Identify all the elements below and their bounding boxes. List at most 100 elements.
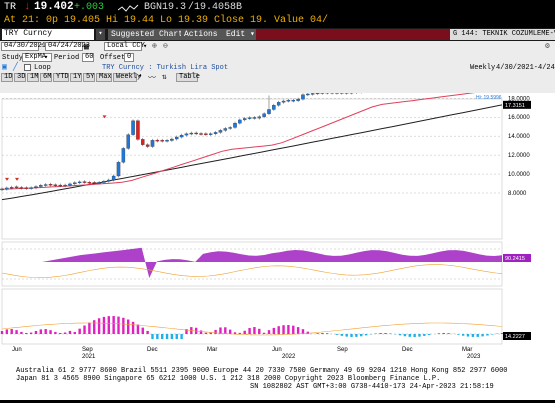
macd-bar — [40, 329, 42, 334]
zoom-in-icon[interactable]: ⊕ — [152, 41, 157, 51]
macd-bar — [59, 333, 61, 334]
macd-bar — [413, 334, 415, 337]
range-5y[interactable]: 5Y — [83, 73, 95, 82]
offset-input[interactable]: 0 — [124, 53, 134, 62]
edit-label: Edit — [226, 30, 245, 39]
range-max[interactable]: Max — [96, 73, 112, 82]
macd-bar — [297, 327, 299, 334]
macd-bar — [486, 334, 488, 336]
candle — [185, 134, 188, 135]
macd-bar — [384, 333, 386, 334]
chart-type-icon[interactable]: ▣ — [2, 62, 7, 72]
macd-bar — [239, 333, 241, 334]
range-1y[interactable]: 1Y — [70, 73, 82, 82]
candle — [20, 187, 23, 188]
x-tick-label: Mar — [207, 347, 217, 353]
macd-bar — [472, 334, 474, 337]
range-3d[interactable]: 3D — [14, 73, 26, 82]
candle — [209, 134, 212, 135]
calendar-icon[interactable]: ▦ — [84, 42, 89, 52]
macd-bar — [292, 326, 294, 334]
candle — [44, 185, 47, 186]
candle — [68, 184, 71, 185]
candle — [151, 140, 154, 146]
candle — [97, 182, 100, 183]
macd-bar — [69, 331, 71, 334]
edit-button[interactable]: Edit ▾ — [223, 29, 258, 40]
actions-label: Actions — [184, 30, 218, 39]
candle — [10, 187, 13, 188]
macd-bar — [477, 334, 479, 337]
macd-bar — [355, 334, 357, 337]
study-chevron-icon[interactable]: ▾ — [44, 53, 48, 62]
range-ytd[interactable]: YTD — [53, 73, 69, 82]
candle — [122, 148, 125, 162]
x-tick-label: Jun — [12, 347, 22, 353]
macd-bar — [20, 332, 22, 334]
macd-bar — [108, 316, 110, 334]
macd-bar — [379, 333, 381, 334]
candle — [112, 176, 115, 180]
zoom-out-icon[interactable]: ⊖ — [163, 41, 168, 51]
macd-tag: 14.2227 — [505, 334, 525, 340]
settings-icon[interactable]: ⚙ — [545, 41, 550, 51]
suggested-charts-label: Suggested Charts — [111, 30, 188, 39]
macd-bar — [341, 334, 343, 336]
table-button[interactable]: Table — [176, 73, 198, 82]
macd-bar — [103, 317, 105, 334]
candle — [238, 120, 241, 123]
candle — [15, 187, 18, 188]
rsi-pane — [2, 242, 502, 286]
macd-bar — [273, 328, 275, 334]
candle — [297, 99, 300, 101]
date-separator: - — [40, 42, 44, 50]
chart-area[interactable]: 20.000018.000016.000014.000012.000010.00… — [0, 93, 555, 400]
line-type-icon[interactable]: ╱ — [13, 62, 18, 72]
frequency-select[interactable]: Weekly — [113, 73, 137, 82]
date-to-field[interactable]: 04/24/2023 — [45, 42, 83, 51]
dropdown-icon[interactable]: ▾ — [96, 29, 105, 40]
macd-bar — [151, 334, 153, 339]
macd-bar — [253, 327, 255, 334]
line-chart-icon[interactable]: 〰 — [148, 72, 156, 83]
price-chart[interactable]: 20.000018.000016.000014.000012.000010.00… — [0, 93, 555, 400]
macd-bar — [64, 333, 66, 334]
candle — [224, 128, 227, 130]
candle — [131, 121, 134, 135]
suggested-charts-button[interactable]: Suggested Charts — [108, 29, 191, 40]
macd-bar — [365, 334, 367, 335]
date-range-label: 4/30/2021-4/24/2023 — [496, 64, 555, 72]
study-row: Study ExpMA ▾ Period 60 Offset 0 — [0, 53, 555, 63]
macd-bar — [112, 316, 114, 334]
frequency-label: Weekly — [470, 64, 495, 72]
compare-icon[interactable]: ⇅ — [162, 72, 167, 82]
x-tick-label: Jun — [272, 347, 282, 353]
candle — [229, 127, 232, 128]
footer-copyright: Japan 81 3 4565 8900 Singapore 65 6212 1… — [16, 376, 440, 383]
range-1d[interactable]: 1D — [1, 73, 13, 82]
period-input[interactable]: 60 — [82, 53, 94, 62]
candle — [243, 118, 246, 119]
security-input[interactable]: TRY Curncy — [2, 29, 94, 40]
macd-bar — [248, 328, 250, 334]
loop-label: Loop — [34, 64, 51, 72]
macd-bar — [78, 329, 80, 334]
x-tick-label: Dec — [147, 347, 158, 353]
macd-bar — [137, 325, 139, 334]
frequency-chevron-icon[interactable]: ▾ — [138, 72, 142, 81]
loop-checkbox[interactable] — [24, 64, 31, 71]
candle — [88, 182, 91, 183]
x-year-label: 2021 — [82, 354, 96, 360]
macd-bar — [54, 332, 56, 334]
candle — [258, 117, 261, 118]
currency-select[interactable]: Local CCY — [104, 42, 142, 51]
candle — [267, 109, 270, 113]
macd-bar — [117, 317, 119, 334]
range-6m[interactable]: 6M — [40, 73, 52, 82]
x-year-label: 2022 — [282, 354, 296, 360]
candle — [117, 162, 120, 176]
range-1m[interactable]: 1M — [27, 73, 39, 82]
date-from-field[interactable]: 04/30/2021 — [1, 42, 39, 51]
chevron-down-icon[interactable]: ▾ — [143, 42, 147, 51]
y-tick-label: 12.0000 — [508, 153, 530, 159]
